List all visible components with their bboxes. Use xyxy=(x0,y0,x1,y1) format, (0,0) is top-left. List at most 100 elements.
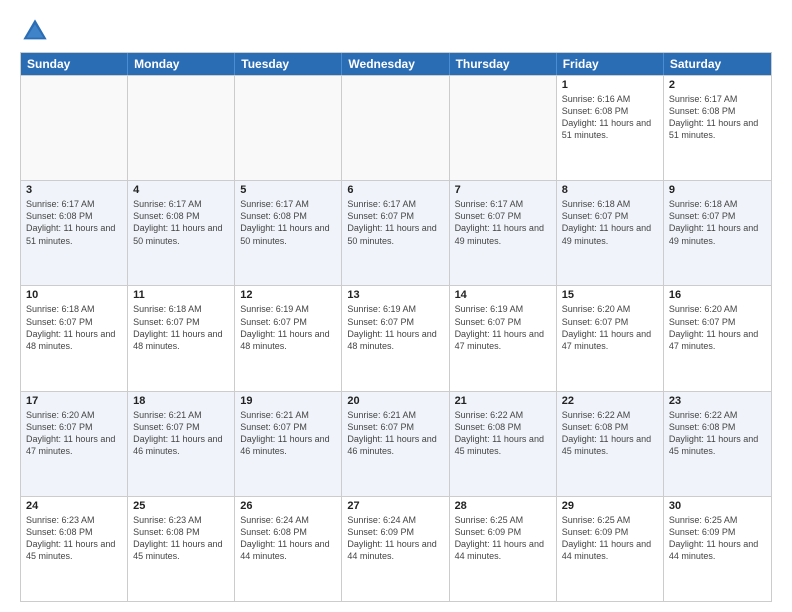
calendar-cell xyxy=(342,76,449,180)
calendar-cell: 15Sunrise: 6:20 AM Sunset: 6:07 PM Dayli… xyxy=(557,286,664,390)
calendar-cell: 8 Sunrise: 6:18 AM Sunset: 6:07 PM Daylig… xyxy=(557,181,664,285)
calendar-cell xyxy=(450,76,557,180)
calendar-cell: 7 Sunrise: 6:17 AM Sunset: 6:07 PM Daylig… xyxy=(450,181,557,285)
calendar-cell: 27 Sunrise: 6:24 AM Sunset: 6:09 PM Dayli… xyxy=(342,497,449,601)
day-number: 10 xyxy=(26,289,122,301)
calendar-header-cell: Wednesday xyxy=(342,53,449,75)
day-number: 20 xyxy=(347,395,443,407)
day-number: 24 xyxy=(26,500,122,512)
cell-info: Sunrise: 6:22 AM Sunset: 6:08 PM Dayligh… xyxy=(562,409,658,458)
logo xyxy=(20,16,54,46)
cell-info: Sunrise: 6:25 AM Sunset: 6:09 PM Dayligh… xyxy=(562,514,658,563)
cell-info: Sunrise: 6:20 AM Sunset: 6:07 PM Dayligh… xyxy=(562,303,658,352)
cell-info: Sunrise: 6:21 AM Sunset: 6:07 PM Dayligh… xyxy=(240,409,336,458)
calendar-cell: 5 Sunrise: 6:17 AM Sunset: 6:08 PM Daylig… xyxy=(235,181,342,285)
cell-info: Sunrise: 6:17 AM Sunset: 6:08 PM Dayligh… xyxy=(240,198,336,247)
cell-info: Sunrise: 6:19 AM Sunset: 6:07 PM Dayligh… xyxy=(347,303,443,352)
day-number: 13 xyxy=(347,289,443,301)
day-number: 2 xyxy=(669,79,766,91)
calendar-cell: 13 Sunrise: 6:19 AM Sunset: 6:07 PM Dayli… xyxy=(342,286,449,390)
day-number: 22 xyxy=(562,395,658,407)
day-number: 30 xyxy=(669,500,766,512)
day-number: 7 xyxy=(455,184,551,196)
day-number: 4 xyxy=(133,184,229,196)
day-number: 8 xyxy=(562,184,658,196)
cell-info: Sunrise: 6:24 AM Sunset: 6:08 PM Dayligh… xyxy=(240,514,336,563)
calendar-cell: 29 Sunrise: 6:25 AM Sunset: 6:09 PM Dayli… xyxy=(557,497,664,601)
calendar-body: 1 Sunrise: 6:16 AM Sunset: 6:08 PM Daylig… xyxy=(21,75,771,601)
cell-info: Sunrise: 6:18 AM Sunset: 6:07 PM Dayligh… xyxy=(562,198,658,247)
cell-info: Sunrise: 6:24 AM Sunset: 6:09 PM Dayligh… xyxy=(347,514,443,563)
day-number: 16 xyxy=(669,289,766,301)
cell-info: Sunrise: 6:17 AM Sunset: 6:08 PM Dayligh… xyxy=(133,198,229,247)
calendar-cell xyxy=(21,76,128,180)
calendar-cell: 24 Sunrise: 6:23 AM Sunset: 6:08 PM Dayli… xyxy=(21,497,128,601)
calendar-cell: 1 Sunrise: 6:16 AM Sunset: 6:08 PM Daylig… xyxy=(557,76,664,180)
cell-info: Sunrise: 6:23 AM Sunset: 6:08 PM Dayligh… xyxy=(26,514,122,563)
calendar-cell: 14Sunrise: 6:19 AM Sunset: 6:07 PM Dayli… xyxy=(450,286,557,390)
day-number: 23 xyxy=(669,395,766,407)
calendar-cell: 22 Sunrise: 6:22 AM Sunset: 6:08 PM Dayli… xyxy=(557,392,664,496)
cell-info: Sunrise: 6:25 AM Sunset: 6:09 PM Dayligh… xyxy=(455,514,551,563)
day-number: 9 xyxy=(669,184,766,196)
calendar-cell: 10 Sunrise: 6:18 AM Sunset: 6:07 PM Dayli… xyxy=(21,286,128,390)
calendar-row: 1 Sunrise: 6:16 AM Sunset: 6:08 PM Daylig… xyxy=(21,75,771,180)
calendar-cell: 9 Sunrise: 6:18 AM Sunset: 6:07 PM Daylig… xyxy=(664,181,771,285)
calendar-row: 17 Sunrise: 6:20 AM Sunset: 6:07 PM Dayli… xyxy=(21,391,771,496)
cell-info: Sunrise: 6:21 AM Sunset: 6:07 PM Dayligh… xyxy=(347,409,443,458)
day-number: 18 xyxy=(133,395,229,407)
calendar-cell: 28 Sunrise: 6:25 AM Sunset: 6:09 PM Dayli… xyxy=(450,497,557,601)
cell-info: Sunrise: 6:18 AM Sunset: 6:07 PM Dayligh… xyxy=(133,303,229,352)
calendar-cell: 20 Sunrise: 6:21 AM Sunset: 6:07 PM Dayli… xyxy=(342,392,449,496)
calendar-cell: 11 Sunrise: 6:18 AM Sunset: 6:07 PM Dayli… xyxy=(128,286,235,390)
day-number: 5 xyxy=(240,184,336,196)
calendar-cell: 25 Sunrise: 6:23 AM Sunset: 6:08 PM Dayli… xyxy=(128,497,235,601)
day-number: 3 xyxy=(26,184,122,196)
calendar-cell: 23 Sunrise: 6:22 AM Sunset: 6:08 PM Dayli… xyxy=(664,392,771,496)
day-number: 17 xyxy=(26,395,122,407)
cell-info: Sunrise: 6:19 AM Sunset: 6:07 PM Dayligh… xyxy=(455,303,551,352)
calendar-header-cell: Tuesday xyxy=(235,53,342,75)
logo-icon xyxy=(20,16,50,46)
cell-info: Sunrise: 6:21 AM Sunset: 6:07 PM Dayligh… xyxy=(133,409,229,458)
cell-info: Sunrise: 6:18 AM Sunset: 6:07 PM Dayligh… xyxy=(669,198,766,247)
cell-info: Sunrise: 6:17 AM Sunset: 6:08 PM Dayligh… xyxy=(26,198,122,247)
calendar-cell: 12 Sunrise: 6:19 AM Sunset: 6:07 PM Dayli… xyxy=(235,286,342,390)
cell-info: Sunrise: 6:22 AM Sunset: 6:08 PM Dayligh… xyxy=(669,409,766,458)
calendar-cell: 21Sunrise: 6:22 AM Sunset: 6:08 PM Dayli… xyxy=(450,392,557,496)
cell-info: Sunrise: 6:16 AM Sunset: 6:08 PM Dayligh… xyxy=(562,93,658,142)
calendar-cell: 3 Sunrise: 6:17 AM Sunset: 6:08 PM Daylig… xyxy=(21,181,128,285)
cell-info: Sunrise: 6:17 AM Sunset: 6:07 PM Dayligh… xyxy=(347,198,443,247)
calendar-header-cell: Saturday xyxy=(664,53,771,75)
calendar-row: 10 Sunrise: 6:18 AM Sunset: 6:07 PM Dayli… xyxy=(21,285,771,390)
calendar-header-cell: Thursday xyxy=(450,53,557,75)
day-number: 11 xyxy=(133,289,229,301)
cell-info: Sunrise: 6:23 AM Sunset: 6:08 PM Dayligh… xyxy=(133,514,229,563)
calendar-cell: 26 Sunrise: 6:24 AM Sunset: 6:08 PM Dayli… xyxy=(235,497,342,601)
day-number: 28 xyxy=(455,500,551,512)
header xyxy=(20,16,772,46)
calendar-cell xyxy=(235,76,342,180)
day-number: 12 xyxy=(240,289,336,301)
calendar-cell: 6 Sunrise: 6:17 AM Sunset: 6:07 PM Daylig… xyxy=(342,181,449,285)
calendar-header-cell: Sunday xyxy=(21,53,128,75)
calendar-header-row: SundayMondayTuesdayWednesdayThursdayFrid… xyxy=(21,53,771,75)
calendar-cell: 18 Sunrise: 6:21 AM Sunset: 6:07 PM Dayli… xyxy=(128,392,235,496)
day-number: 27 xyxy=(347,500,443,512)
day-number: 25 xyxy=(133,500,229,512)
cell-info: Sunrise: 6:17 AM Sunset: 6:07 PM Dayligh… xyxy=(455,198,551,247)
calendar-cell: 17 Sunrise: 6:20 AM Sunset: 6:07 PM Dayli… xyxy=(21,392,128,496)
cell-info: Sunrise: 6:19 AM Sunset: 6:07 PM Dayligh… xyxy=(240,303,336,352)
day-number: 21 xyxy=(455,395,551,407)
cell-info: Sunrise: 6:25 AM Sunset: 6:09 PM Dayligh… xyxy=(669,514,766,563)
cell-info: Sunrise: 6:20 AM Sunset: 6:07 PM Dayligh… xyxy=(26,409,122,458)
calendar-cell xyxy=(128,76,235,180)
day-number: 26 xyxy=(240,500,336,512)
day-number: 6 xyxy=(347,184,443,196)
cell-info: Sunrise: 6:18 AM Sunset: 6:07 PM Dayligh… xyxy=(26,303,122,352)
calendar-row: 24 Sunrise: 6:23 AM Sunset: 6:08 PM Dayli… xyxy=(21,496,771,601)
calendar-cell: 4 Sunrise: 6:17 AM Sunset: 6:08 PM Daylig… xyxy=(128,181,235,285)
day-number: 1 xyxy=(562,79,658,91)
day-number: 29 xyxy=(562,500,658,512)
calendar: SundayMondayTuesdayWednesdayThursdayFrid… xyxy=(20,52,772,602)
